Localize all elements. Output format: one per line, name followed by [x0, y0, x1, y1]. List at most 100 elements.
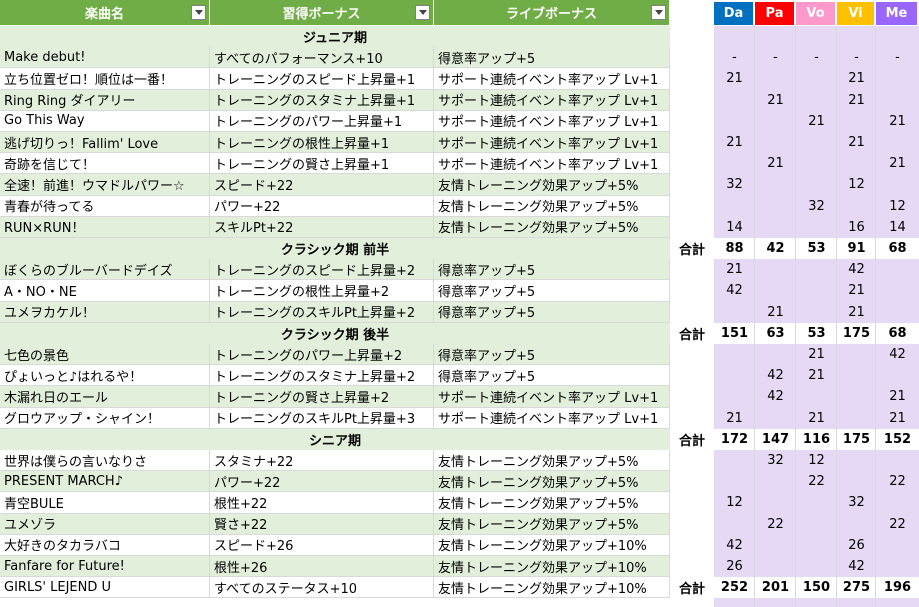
table-cell-song[interactable]: Go This Way [0, 110, 210, 132]
stat-value: 14 [889, 219, 906, 235]
table-cell-live[interactable]: 友情トレーニング効果アップ+5% [434, 471, 670, 493]
column-header-song[interactable]: 楽曲名 [0, 0, 210, 25]
table-cell-song[interactable]: 立ち位置ゼロ！順位は一番！ [0, 68, 210, 90]
stat-value: 21 [767, 156, 784, 172]
table-cell-skill[interactable]: トレーニングのスキルPt上昇量+2 [210, 301, 434, 323]
table-cell-live[interactable]: サポート連続イベント率アップ Lv+1 [434, 407, 670, 429]
stat-value: 12 [726, 495, 743, 511]
table-cell-live[interactable]: サポート連続イベント率アップ Lv+1 [434, 153, 670, 175]
stat-header-vo: Vo [796, 2, 835, 25]
table-cell-song[interactable]: Ring Ring ダイアリー [0, 89, 210, 111]
table-cell-song[interactable]: RUN×RUN！ [0, 216, 210, 238]
table-cell-song[interactable]: 奇跡を信じて！ [0, 153, 210, 175]
table-cell-song[interactable]: グロウアップ・シャイン！ [0, 407, 210, 429]
filter-dropdown-icon[interactable] [651, 5, 666, 20]
stat-value: 12 [848, 177, 865, 193]
stat-value: 14 [726, 219, 743, 235]
table-cell-skill[interactable]: トレーニングのスタミナ上昇量+2 [210, 365, 434, 387]
table-cell-song[interactable]: 青春が待ってる [0, 195, 210, 217]
grid-line [836, 26, 837, 607]
stat-value [837, 450, 876, 471]
table-cell-live[interactable]: サポート連続イベント率アップ Lv+1 [434, 110, 670, 132]
table-cell-skill[interactable]: トレーニングのスタミナ上昇量+1 [210, 89, 434, 111]
grid-line [875, 26, 876, 607]
table-cell-skill[interactable]: トレーニングの賢さ上昇量+1 [210, 153, 434, 175]
stat-value [796, 535, 837, 556]
table-cell-live[interactable]: 友情トレーニング効果アップ+5% [434, 195, 670, 217]
table-cell-skill[interactable]: パワー+22 [210, 195, 434, 217]
total-value: 275 [842, 580, 871, 596]
total-value: 252 [720, 580, 749, 596]
table-cell-skill[interactable]: トレーニングのスピード上昇量+2 [210, 259, 434, 281]
table-cell-song[interactable]: ぴょいっと♪はれるや！ [0, 365, 210, 387]
table-cell-live[interactable]: 友情トレーニング効果アップ+5% [434, 513, 670, 535]
table-cell-skill[interactable]: トレーニングのパワー上昇量+2 [210, 344, 434, 366]
table-cell-live[interactable]: 得意率アップ+5 [434, 301, 670, 323]
table-cell-live[interactable]: 友情トレーニング効果アップ+10% [434, 534, 670, 556]
table-cell-live[interactable]: 友情トレーニング効果アップ+10% [434, 556, 670, 578]
table-cell-song[interactable]: 大好きのタカラバコ [0, 534, 210, 556]
table-cell-live[interactable]: 得意率アップ+5 [434, 259, 670, 281]
table-cell-song[interactable]: 全速！前進！ウマドルパワー☆ [0, 174, 210, 196]
table-cell-live[interactable]: サポート連続イベント率アップ Lv+1 [434, 68, 670, 90]
table-cell-skill[interactable]: トレーニングの賢さ上昇量+2 [210, 386, 434, 408]
table-cell-live[interactable]: サポート連続イベント率アップ Lv+1 [434, 132, 670, 154]
stat-value [796, 386, 837, 407]
table-cell-skill[interactable]: 根性+22 [210, 492, 434, 514]
stat-value: 21 [889, 410, 906, 426]
table-cell-skill[interactable]: すべてのステータス+10 [210, 577, 434, 599]
table-cell-song[interactable]: ユメゾラ [0, 513, 210, 535]
table-cell-song[interactable]: 逃げ切りっ！Fallim' Love [0, 132, 210, 154]
table-cell-skill[interactable]: トレーニングの根性上昇量+1 [210, 132, 434, 154]
total-value: 175 [842, 325, 871, 341]
table-cell-live[interactable]: 友情トレーニング効果アップ+5% [434, 216, 670, 238]
table-cell-song[interactable]: PRESENT MARCH♪ [0, 471, 210, 493]
table-cell-skill[interactable]: スタミナ+22 [210, 450, 434, 472]
table-cell-song[interactable]: 青空BULE [0, 492, 210, 514]
table-cell-song[interactable]: Fanfare for Future! [0, 556, 210, 578]
table-cell-song[interactable]: GIRLS' LEJEND U [0, 577, 210, 599]
table-cell-song[interactable]: 木漏れ日のエール [0, 386, 210, 408]
table-cell-live[interactable]: 得意率アップ+5 [434, 344, 670, 366]
table-cell-song[interactable]: ユメヲカケル！ [0, 301, 210, 323]
stat-value [755, 132, 796, 153]
column-header-skill[interactable]: 習得ボーナス [210, 0, 434, 25]
table-cell-skill[interactable]: トレーニングの根性上昇量+2 [210, 280, 434, 302]
stat-value: 21 [848, 135, 865, 150]
table-cell-skill[interactable]: スピード+26 [210, 534, 434, 556]
table-cell-skill[interactable]: トレーニングのスキルPt上昇量+3 [210, 407, 434, 429]
table-cell-live[interactable]: サポート連続イベント率アップ Lv+1 [434, 89, 670, 111]
table-cell-skill[interactable]: すべてのパフォーマンス+10 [210, 47, 434, 69]
stat-value: - [814, 50, 819, 66]
table-cell-song[interactable]: Make debut! [0, 47, 210, 69]
table-cell-skill[interactable]: スピード+22 [210, 174, 434, 196]
filter-dropdown-icon[interactable] [415, 5, 430, 20]
table-cell-live[interactable]: 得意率アップ+5 [434, 47, 670, 69]
stat-value: 21 [726, 410, 743, 426]
table-cell-skill[interactable]: スキルPt+22 [210, 216, 434, 238]
table-cell-skill[interactable]: トレーニングのパワー上昇量+1 [210, 110, 434, 132]
table-cell-live[interactable]: 得意率アップ+5 [434, 280, 670, 302]
stat-value [755, 408, 796, 429]
table-cell-live[interactable]: 友情トレーニング効果アップ+5% [434, 174, 670, 196]
table-cell-live[interactable]: 友情トレーニング効果アップ+5% [434, 492, 670, 514]
table-cell-song[interactable]: 七色の景色 [0, 344, 210, 366]
filter-dropdown-icon[interactable] [191, 5, 206, 20]
table-cell-song[interactable]: ぼくらのブルーバードデイズ [0, 259, 210, 281]
table-cell-live[interactable]: サポート連続イベント率アップ Lv+1 [434, 386, 670, 408]
table-cell-skill[interactable]: 根性+26 [210, 556, 434, 578]
stat-value [876, 535, 919, 556]
stat-value [755, 68, 796, 89]
table-cell-song[interactable]: A・NO・NE [0, 280, 210, 302]
column-header-live[interactable]: ライブボーナス [434, 0, 670, 25]
table-cell-song[interactable]: 世界は僕らの言いなりさ [0, 450, 210, 472]
total-value: 116 [802, 431, 831, 447]
table-cell-live[interactable]: 友情トレーニング効果アップ+5% [434, 450, 670, 472]
total-value: 147 [761, 431, 790, 447]
table-cell-skill[interactable]: トレーニングのスピード上昇量+1 [210, 68, 434, 90]
table-cell-live[interactable]: 得意率アップ+5 [434, 365, 670, 387]
section-title: クラシック期 後半 [280, 327, 390, 343]
table-cell-skill[interactable]: パワー+22 [210, 471, 434, 493]
table-cell-skill[interactable]: 賢さ+22 [210, 513, 434, 535]
table-cell-live[interactable]: 友情トレーニング効果アップ+10% [434, 577, 670, 599]
